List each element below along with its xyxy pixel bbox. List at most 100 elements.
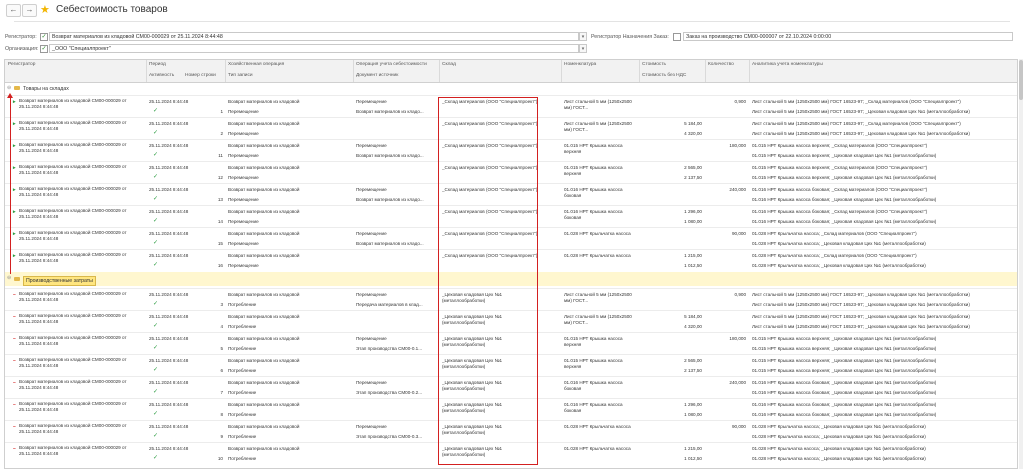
operation-cell: Возврат материалов из кладовой bbox=[228, 143, 300, 148]
checkmark-icon: ✓ bbox=[153, 323, 159, 329]
checkmark-icon: ✓ bbox=[153, 108, 159, 114]
col-operation[interactable]: Хозяйственная операция bbox=[228, 62, 284, 67]
source-doc-cell: Передача материалов в клад... bbox=[356, 302, 423, 307]
checkmark-icon: ✓ bbox=[153, 455, 159, 461]
analytics-cell-2: 01.015 НРТ Крышка насоса верхняя; _Цехов… bbox=[752, 368, 937, 373]
minus-movement-icon: − bbox=[13, 380, 16, 386]
registrar-filter-field[interactable]: Возврат материалов из кладовой СМ00-0000… bbox=[49, 32, 579, 41]
col-active[interactable]: Активность bbox=[149, 73, 174, 78]
back-arrow-icon: ← bbox=[9, 5, 18, 14]
analytics-cell-2: 01.015 НРТ Крышка насоса верхняя; _Цехов… bbox=[752, 153, 937, 158]
col-registrar[interactable]: Регистратор bbox=[8, 62, 35, 67]
analytics-cell-2: 01.028 НРТ Крыльчатка насоса; _Цеховая к… bbox=[752, 456, 926, 461]
annotation-arrow-head bbox=[7, 93, 13, 98]
col-cost-operation[interactable]: Операция учета себестоимости bbox=[356, 62, 427, 67]
cost-operation-cell: Перемещение bbox=[356, 187, 387, 192]
quantity-cell: 90,000 bbox=[731, 424, 746, 429]
favorite-star-icon[interactable]: ★ bbox=[40, 3, 50, 16]
table-header: Регистратор Период Активность Номер стро… bbox=[5, 60, 1017, 83]
checkmark-icon: ✓ bbox=[153, 218, 159, 224]
cost-operation-cell: Перемещение bbox=[356, 292, 387, 297]
record-type-cell: Потребление bbox=[228, 434, 257, 439]
minus-movement-icon: − bbox=[13, 314, 16, 320]
organization-filter-field[interactable]: _ООО "Специалпроект" bbox=[49, 44, 579, 53]
record-type-cell: Потребление bbox=[228, 390, 257, 395]
col-record-type[interactable]: Тип записи bbox=[228, 73, 253, 78]
assignment-filter-field[interactable]: Заказ на производство СМ00-000007 от 22.… bbox=[683, 32, 1013, 41]
registrar-cell: Возврат материалов из кладовой СМ00-0000… bbox=[19, 230, 127, 241]
col-analytics[interactable]: Аналитика учета номенклатуры bbox=[752, 62, 823, 67]
record-type-cell: Потребление bbox=[228, 368, 257, 373]
period-cell: 25.11.2024 8:44:48 bbox=[149, 336, 189, 341]
col-cost[interactable]: Стоимость bbox=[642, 62, 666, 67]
checkmark-icon: ✓ bbox=[153, 174, 159, 180]
cost-novat-cell: 2 137,50 bbox=[684, 368, 702, 373]
registrar-cell: Возврат материалов из кладовой СМ00-0000… bbox=[19, 313, 127, 324]
cost-operation-cell: Перемещение bbox=[356, 231, 387, 236]
cost-cell: 1 296,00 bbox=[684, 209, 702, 214]
checkmark-icon: ✓ bbox=[153, 389, 159, 395]
checkmark-icon: ✓ bbox=[153, 433, 159, 439]
checkmark-icon: ✓ bbox=[153, 240, 159, 246]
source-doc-cell: Возврат материалов из кладо... bbox=[356, 109, 424, 114]
assignment-filter-checkbox[interactable] bbox=[673, 33, 681, 41]
registrar-cell: Возврат материалов из кладовой СМ00-0000… bbox=[19, 208, 127, 219]
line-no-cell: 14 bbox=[217, 219, 223, 224]
minus-movement-icon: − bbox=[13, 358, 16, 364]
plus-movement-icon: ▸ bbox=[13, 165, 16, 171]
organization-filter-dropdown[interactable]: ▾ bbox=[579, 44, 587, 53]
col-warehouse[interactable]: Склад bbox=[442, 62, 456, 67]
col-cost-novat[interactable]: Стоимость без НДС bbox=[642, 73, 686, 78]
line-no-cell: 3 bbox=[220, 302, 223, 307]
col-period[interactable]: Период bbox=[149, 62, 166, 67]
record-type-cell: Потребление bbox=[228, 346, 257, 351]
line-no-cell: 15 bbox=[217, 241, 223, 246]
record-type-cell: Потребление bbox=[228, 324, 257, 329]
period-cell: 25.11.2024 8:44:48 bbox=[149, 358, 189, 363]
page-title: Себестоимость товаров bbox=[56, 4, 168, 15]
nomenclature-cell: Лист стальной 5 мм (1250х2500 мм) ГОСТ..… bbox=[564, 121, 632, 132]
group-label: Производственные затраты bbox=[23, 276, 96, 286]
folder-icon bbox=[14, 277, 20, 281]
record-type-cell: Потребление bbox=[228, 302, 257, 307]
expand-toggle-icon[interactable]: ⊖ bbox=[7, 85, 11, 91]
group-row-warehouse-goods[interactable]: ⊖ Товары на складах bbox=[5, 84, 1017, 93]
record-type-cell: Перемещение bbox=[228, 175, 259, 180]
scrollbar-thumb[interactable] bbox=[1019, 60, 1023, 100]
col-divider bbox=[146, 60, 147, 82]
forward-button[interactable]: → bbox=[22, 4, 37, 17]
col-source-doc[interactable]: Документ источник bbox=[356, 73, 398, 78]
analytics-cell-2: 01.028 НРТ Крыльчатка насоса; _Цеховая к… bbox=[752, 263, 926, 268]
analytics-cell-2: 01.016 НРТ Крышка насоса боковая; _Цехов… bbox=[752, 412, 937, 417]
cost-novat-cell: 1 080,00 bbox=[684, 412, 702, 417]
quantity-cell: 180,000 bbox=[729, 143, 746, 148]
period-cell: 25.11.2024 8:44:48 bbox=[149, 253, 189, 258]
nomenclature-cell: 01.015 НРТ Крышка насоса верхняя bbox=[564, 358, 623, 369]
operation-cell: Возврат материалов из кладовой bbox=[228, 424, 300, 429]
analytics-cell-2: 01.016 НРТ Крышка насоса боковая; _Цехов… bbox=[752, 197, 937, 202]
back-button[interactable]: ← bbox=[6, 4, 21, 17]
registrar-cell: Возврат материалов из кладовой СМ00-0000… bbox=[19, 379, 127, 390]
col-nomenclature[interactable]: Номенклатура bbox=[564, 62, 596, 67]
expand-toggle-icon[interactable]: ⊖ bbox=[7, 275, 11, 281]
operation-cell: Возврат материалов из кладовой bbox=[228, 165, 300, 170]
analytics-cell-1: 01.015 НРТ Крышка насоса верхняя; _Цехов… bbox=[752, 336, 937, 341]
col-divider bbox=[439, 60, 440, 82]
nomenclature-cell: 01.016 НРТ Крышка насоса боковая bbox=[564, 402, 623, 413]
organization-filter-checkbox[interactable]: ✓ bbox=[40, 45, 48, 53]
registrar-filter-dropdown[interactable]: ▾ bbox=[579, 32, 587, 41]
vertical-scrollbar[interactable] bbox=[1019, 59, 1023, 469]
period-cell: 25.11.2024 8:44:48 bbox=[149, 314, 189, 319]
record-type-cell: Перемещение bbox=[228, 109, 259, 114]
source-doc-cell: Возврат материалов из кладо... bbox=[356, 153, 424, 158]
source-doc-cell: Возврат материалов из кладо... bbox=[356, 197, 424, 202]
col-quantity[interactable]: Количество bbox=[708, 62, 734, 67]
period-cell: 25.11.2024 8:44:48 bbox=[149, 121, 189, 126]
period-cell: 25.11.2024 8:44:48 bbox=[149, 446, 189, 451]
checkmark-icon: ✓ bbox=[153, 345, 159, 351]
col-line-no[interactable]: Номер строки bbox=[185, 73, 216, 78]
cost-operation-cell: Перемещение bbox=[356, 143, 387, 148]
nomenclature-cell: 01.028 НРТ Крыльчатка насоса bbox=[564, 424, 631, 429]
cost-cell: 5 184,00 bbox=[684, 121, 702, 126]
registrar-filter-checkbox[interactable]: ✓ bbox=[40, 33, 48, 41]
